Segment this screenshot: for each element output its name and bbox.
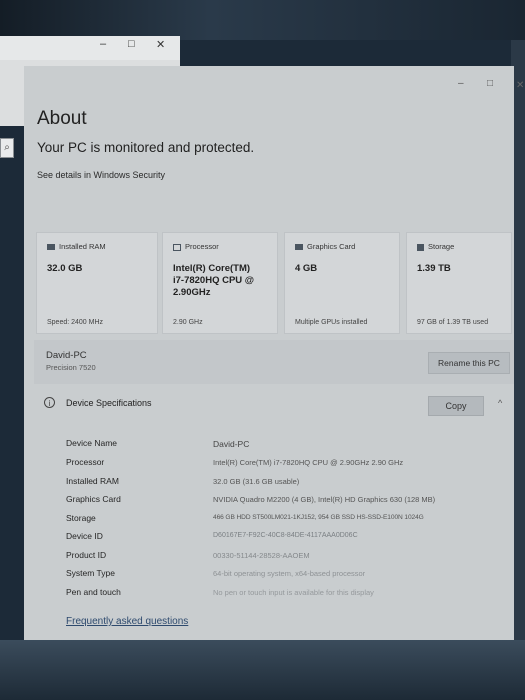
background-close-button[interactable]: ✕ [156,38,165,51]
window-titlebar [24,66,514,96]
pc-model: Precision 7520 [46,363,96,372]
processor-card-foot: 2.90 GHz [173,319,203,326]
windows-security-link[interactable]: See details in Windows Security [37,170,165,180]
spec-value: NVIDIA Quadro M2200 (4 GB), Intel(R) HD … [213,495,436,504]
page-title: About [37,108,87,129]
ram-card-label: Installed RAM [59,242,106,251]
spec-label: Processor [66,457,105,467]
processor-card-label: Processor [185,242,219,251]
graphics-card-value: 4 GB [295,263,318,274]
minimize-button[interactable]: – [458,78,464,89]
installed-ram-card: Installed RAM 32.0 GB Speed: 2400 MHz [36,232,158,334]
graphics-card-foot: Multiple GPUs installed [295,319,368,326]
monitor-bezel-top [0,0,525,40]
processor-value-line: 2.90GHz [173,287,211,298]
storage-icon [417,243,424,251]
background-minimize-button[interactable]: – [100,38,106,50]
device-specifications-title: Device Specifications [66,398,152,408]
spec-value: David-PC [213,439,250,449]
processor-value-line: i7-7820HQ CPU @ [173,275,255,286]
spec-label: Storage [66,513,96,523]
pc-name: David-PC [46,350,87,361]
spec-value: No pen or touch input is available for t… [213,588,374,597]
processor-icon [173,243,181,251]
chevron-up-icon[interactable]: ^ [498,398,502,408]
spec-value: 32.0 GB (31.6 GB usable) [213,477,300,486]
graphics-card-label: Graphics Card [307,242,356,251]
background-window-titlebar [0,36,180,60]
memory-icon [47,244,55,251]
storage-card-foot: 97 GB of 1.39 TB used [417,319,489,326]
ram-card-value: 32.0 GB [47,263,83,274]
processor-value-line: Intel(R) Core(TM) [173,263,251,274]
processor-card: Processor Intel(R) Core(TM) i7-7820HQ CP… [162,232,278,334]
rename-pc-button[interactable]: Rename this PC [428,352,510,374]
spec-value: Intel(R) Core(TM) i7-7820HQ CPU @ 2.90GH… [213,458,404,467]
maximize-button[interactable]: □ [487,78,493,89]
spec-label: Pen and touch [66,587,121,597]
display-icon [295,244,303,251]
copy-button[interactable]: Copy [428,396,484,416]
spec-value: D60167E7-F92C-40C8-84DE-4117AAA0D06C [213,532,358,539]
faq-link[interactable]: Frequently asked questions [66,616,188,627]
spec-label: Graphics Card [66,494,121,504]
monitor-bezel-bottom [0,640,525,700]
spec-label: Product ID [66,550,107,560]
storage-card-value: 1.39 TB [417,263,451,274]
spec-value: 00330-51144-28528-AAOEM [213,551,310,560]
spec-label: Device ID [66,531,103,541]
storage-card-label: Storage [428,242,455,251]
background-maximize-button[interactable]: □ [128,38,135,50]
storage-card: Storage 1.39 TB 97 GB of 1.39 TB used [406,232,512,334]
spec-value: 64-bit operating system, x64-based proce… [213,569,366,578]
spec-label: Device Name [66,438,118,448]
spec-value: 466 GB HDD ST500LM021-1KJ152, 954 GB SSD… [213,514,424,521]
spec-label: System Type [66,568,115,578]
info-icon: i [44,397,55,408]
search-icon[interactable]: ⌕ [0,138,14,158]
spec-label: Installed RAM [66,476,119,486]
close-button[interactable]: ✕ [516,80,524,91]
ram-card-foot: Speed: 2400 MHz [47,319,104,326]
graphics-card: Graphics Card 4 GB Multiple GPUs install… [284,232,400,334]
protection-status: Your PC is monitored and protected. [37,140,255,155]
